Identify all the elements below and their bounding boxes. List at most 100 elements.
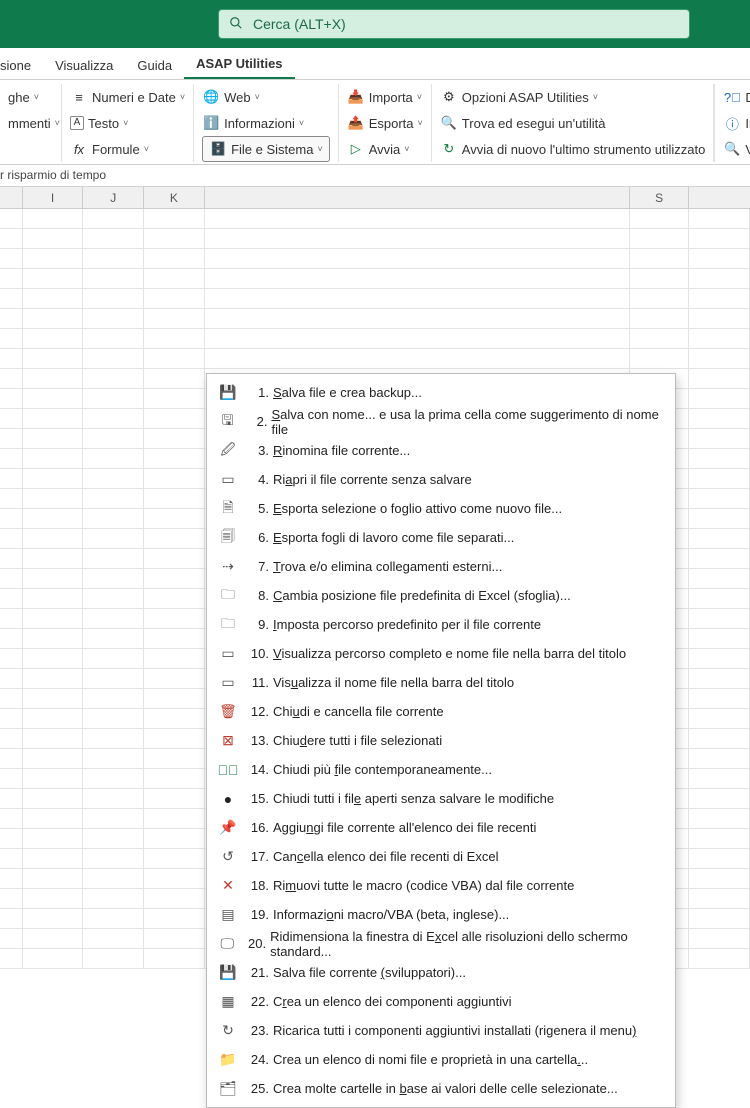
menu-list-addins[interactable]: ▦22. Crea un elenco dei componenti aggiu… (207, 987, 675, 1016)
reopen-icon: ▭ (217, 471, 239, 488)
menu-set-default-path[interactable]: 🗀9. Imposta percorso predefinito per il … (207, 610, 675, 639)
ribbon-item-commenti[interactable]: mmenti˅ (8, 110, 53, 136)
addins-icon: ▦ (217, 993, 239, 1010)
col-s[interactable]: S (629, 187, 690, 208)
close-x-icon: ⊠ (217, 732, 239, 749)
menu-close-selected[interactable]: ⊠13. Chiudere tutti i file selezionati (207, 726, 675, 755)
menu-close-all-nosave[interactable]: ●15. Chiudi tutti i file aperti senza sa… (207, 784, 675, 813)
grid-row[interactable] (0, 209, 750, 229)
grid-row[interactable] (0, 329, 750, 349)
ribbon-item-file-sistema[interactable]: 🗄️File e Sistema˅ (202, 136, 330, 162)
grid-row[interactable] (0, 349, 750, 369)
ribbon-item-help[interactable]: ?⃝Do (723, 84, 750, 110)
menu-close-delete[interactable]: 🗑12. Chiudi e cancella file corrente (207, 697, 675, 726)
menu-resize-window[interactable]: 🖵20. Ridimensiona la finestra di Excel a… (207, 929, 675, 958)
export-icon: 📤 (347, 115, 365, 131)
pin-icon: 📌 (217, 819, 239, 836)
x-icon: ✕ (217, 877, 239, 894)
menu-export-selection[interactable]: 🗎5. Esporta selezione o foglio attivo co… (207, 494, 675, 523)
search-placeholder: Cerca (ALT+X) (253, 16, 346, 32)
menu-clear-recent[interactable]: ↺17. Cancella elenco dei file recenti di… (207, 842, 675, 871)
menu-show-fullpath-title[interactable]: ▭10. Visualizza percorso completo e nome… (207, 639, 675, 668)
menu-change-default-path[interactable]: 🗀8. Cambia posizione file predefinita di… (207, 581, 675, 610)
folders-icon: 🗂 (217, 1080, 239, 1097)
check-circle-icon: ✔⃝ (217, 762, 239, 778)
ribbon-item-testo[interactable]: ATesto˅ (70, 110, 185, 136)
info-circle-icon: ⓘ (723, 114, 741, 133)
menu-show-filename-title[interactable]: ▭11. Visualizza il nome file nella barra… (207, 668, 675, 697)
ribbon-group-caption: r risparmio di tempo (0, 165, 750, 187)
search-icon (229, 16, 243, 33)
col-k[interactable]: K (144, 187, 205, 208)
grid-row[interactable] (0, 249, 750, 269)
menu-reload-addins[interactable]: ↻23. Ricarica tutti i componenti aggiunt… (207, 1016, 675, 1045)
menu-find-links[interactable]: ⇢7. Trova e/o elimina collegamenti ester… (207, 552, 675, 581)
ribbon: ghe˅ mmenti˅ ≡Numeri e Date˅ ATesto˅ fxF… (0, 80, 750, 165)
save-icon: 💾 (217, 384, 239, 401)
ribbon-item-web[interactable]: 🌐Web˅ (202, 84, 330, 110)
play-icon: ▷ (347, 141, 365, 157)
titlebar-icon: ▭ (217, 645, 239, 662)
history-clear-icon: ↺ (217, 848, 239, 865)
menu-close-multiple[interactable]: ✔⃝14. Chiudi più file contemporaneamente… (207, 755, 675, 784)
ribbon-item-esporta[interactable]: 📤Esporta˅ (347, 110, 423, 136)
text-icon: A (70, 116, 84, 130)
menu-remove-macros[interactable]: ✕18. Rimuovi tutte le macro (codice VBA)… (207, 871, 675, 900)
file-sistema-dropdown: 💾1. Salva file e crea backup... 🖫2. Salv… (206, 373, 676, 1108)
grid-row[interactable] (0, 289, 750, 309)
broken-link-icon: ⇢ (217, 558, 239, 575)
export-file-icon: 🗎 (217, 497, 239, 521)
ribbon-item-formule[interactable]: fxFormule˅ (70, 136, 185, 162)
ribbon-item-info[interactable]: ⓘIn (723, 110, 750, 136)
tab-asap-utilities[interactable]: ASAP Utilities (184, 50, 294, 79)
ribbon-item-ghe[interactable]: ghe˅ (8, 84, 53, 110)
menu-save-as-cell[interactable]: 🖫2. Salva con nome... e usa la prima cel… (207, 407, 675, 436)
col-j[interactable]: J (83, 187, 144, 208)
col-partial[interactable] (0, 187, 23, 208)
ribbon-item-importa[interactable]: 📥Importa˅ (347, 84, 423, 110)
menu-list-files-folder[interactable]: 📁24. Crea un elenco di nomi file e propr… (207, 1045, 675, 1074)
col-after[interactable] (689, 187, 750, 208)
ribbon-item-informazioni[interactable]: ℹ️Informazioni˅ (202, 110, 330, 136)
menu-macro-info[interactable]: ▤19. Informazioni macro/VBA (beta, ingle… (207, 900, 675, 929)
menu-add-recent[interactable]: 📌16. Aggiungi file corrente all'elenco d… (207, 813, 675, 842)
menu-export-sheets[interactable]: 🗐6. Esporta fogli di lavoro come file se… (207, 523, 675, 552)
ribbon-item-numeri-date[interactable]: ≡Numeri e Date˅ (70, 84, 185, 110)
save-dev-icon: 💾 (217, 964, 239, 981)
menu-rename-file[interactable]: 🖉3. Rinomina file corrente... (207, 436, 675, 465)
ribbon-item-avvia-ultimo[interactable]: ↻Avvia di nuovo l'ultimo strumento utili… (440, 136, 706, 162)
search-icon: 🔍 (440, 115, 458, 131)
menu-save-backup[interactable]: 💾1. Salva file e crea backup... (207, 378, 675, 407)
title-bar: Cerca (ALT+X) (0, 0, 750, 48)
ribbon-item-ve[interactable]: 🔍Ve (723, 136, 750, 162)
ribbon-item-avvia[interactable]: ▷Avvia˅ (347, 136, 423, 162)
save-as-icon: 🖫 (217, 410, 238, 434)
grid-row[interactable] (0, 229, 750, 249)
column-headers: I J K S (0, 187, 750, 209)
delete-file-icon: 🗑 (217, 703, 239, 720)
info-icon: ℹ️ (202, 115, 220, 131)
reload-icon: ↻ (217, 1022, 239, 1039)
tab-visualizza[interactable]: Visualizza (43, 52, 125, 79)
menu-save-dev[interactable]: 💾21. Salva file corrente (sviluppatori).… (207, 958, 675, 987)
grid-row[interactable] (0, 269, 750, 289)
ribbon-item-trova-utilita[interactable]: 🔍Trova ed esegui un'utilità (440, 110, 706, 136)
col-hidden (205, 187, 629, 208)
grid-row[interactable] (0, 309, 750, 329)
folder-list-icon: 📁 (217, 1051, 239, 1068)
gear-icon: ⚙ (440, 89, 458, 105)
folder-set-icon: 🗀 (217, 613, 239, 637)
spreadsheet-area: I J K S 💾1. Salva file e crea backup... … (0, 187, 750, 969)
ribbon-item-opzioni-asap[interactable]: ⚙Opzioni ASAP Utilities˅ (440, 84, 706, 110)
folder-icon: 🗀 (217, 584, 239, 608)
stop-icon: ● (217, 791, 239, 807)
search-box[interactable]: Cerca (ALT+X) (218, 9, 690, 39)
menu-create-folders[interactable]: 🗂25. Crea molte cartelle in base ai valo… (207, 1074, 675, 1103)
tab-guida[interactable]: Guida (125, 52, 184, 79)
file-system-icon: 🗄️ (209, 141, 227, 157)
tab-partial[interactable]: sione (0, 52, 43, 79)
import-icon: 📥 (347, 89, 365, 105)
col-i[interactable]: I (23, 187, 84, 208)
rename-icon: 🖉 (217, 439, 239, 463)
menu-reopen-nosave[interactable]: ▭4. Riapri il file corrente senza salvar… (207, 465, 675, 494)
